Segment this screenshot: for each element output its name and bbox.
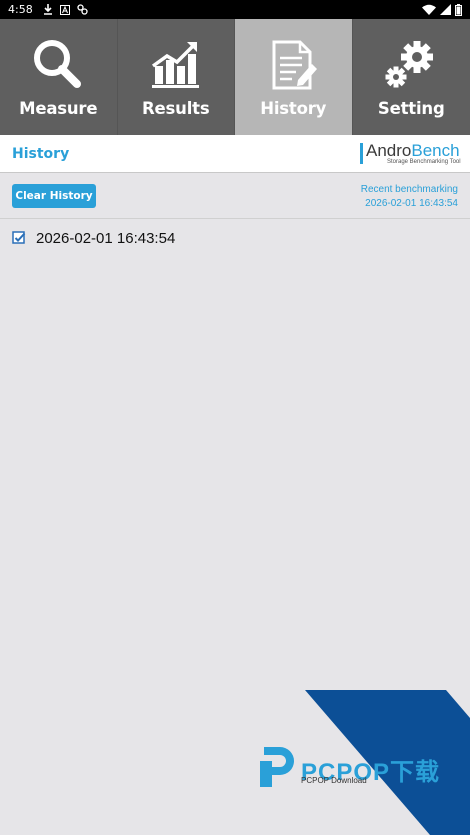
status-time: 4:58 [8,3,33,16]
watermark-subtext: PCPOP Download [301,776,367,785]
logo-bar [360,143,363,164]
status-bar: 4:58 [0,0,470,19]
link-icon [77,4,88,15]
tab-setting[interactable]: Setting [353,19,470,135]
history-item[interactable]: 2026-02-01 16:43:54 [12,228,175,248]
signal-icon [440,4,451,15]
tab-setting-label: Setting [377,99,445,118]
search-icon [34,40,82,88]
logo-subtitle: Storage Benchmarking Tool [387,159,461,165]
tab-results[interactable]: Results [118,19,235,135]
androbench-logo: AndroBench Storage Benchmarking Tool [360,141,461,168]
download-icon [43,4,52,15]
tab-results-label: Results [142,99,210,118]
watermark-logo-icon [260,747,294,787]
recent-date: 2026-02-01 16:43:54 [365,198,458,209]
page-title: History [12,145,70,162]
checkbox-icon [12,231,26,244]
logo-name-andro: Andro [366,141,412,160]
logo-name-bench: Bench [411,141,460,160]
recent-benchmarking: Recent benchmarking 2026-02-01 16:43:54 [361,183,458,211]
tab-history-label: History [260,99,327,118]
tab-measure[interactable]: Measure [0,19,118,135]
recent-label: Recent benchmarking [360,184,458,195]
tab-history[interactable]: History [235,19,353,135]
tab-measure-label: Measure [19,99,98,118]
history-item-date: 2026-02-01 16:43:54 [36,229,176,247]
document-icon [272,40,318,90]
battery-icon [455,3,462,16]
tab-bar: Measure Results History Setting [0,19,470,135]
logo-name: AndroBench [366,141,460,161]
chart-icon [151,42,199,88]
divider [0,218,470,219]
a-icon [59,4,70,15]
clear-history-button[interactable]: Clear History [12,184,96,208]
gear-icon [385,41,434,88]
wifi-icon [422,4,436,15]
